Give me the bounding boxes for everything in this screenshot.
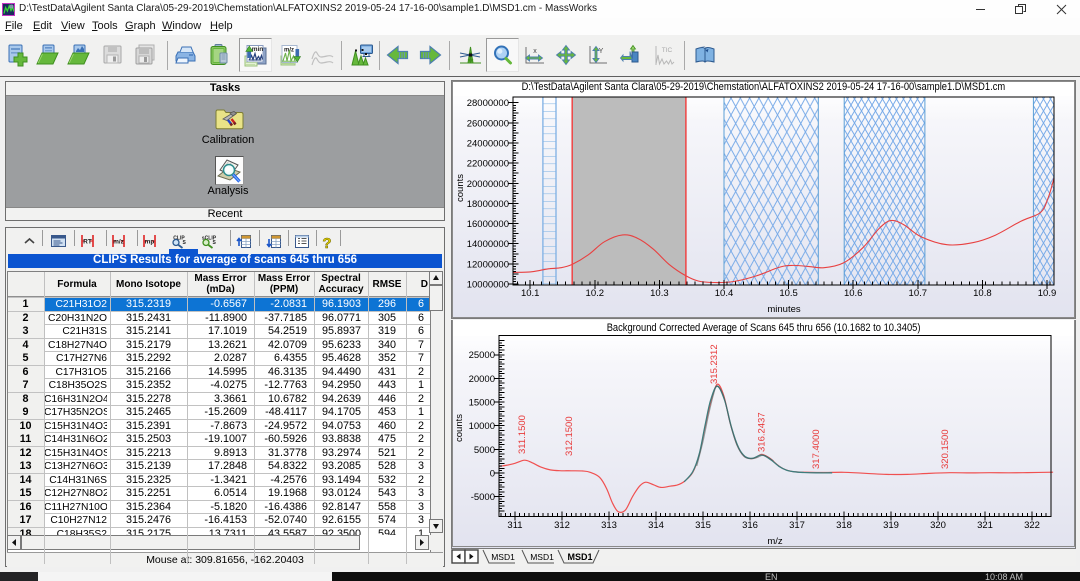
svg-text:320: 320 <box>930 520 946 531</box>
svg-text:311: 311 <box>507 520 522 531</box>
svg-text:28000000: 28000000 <box>467 98 509 109</box>
svg-text:m/z: m/z <box>767 536 783 547</box>
svg-text:10.1: 10.1 <box>521 288 540 299</box>
svg-text:26000000: 26000000 <box>467 118 509 129</box>
svg-text:MSD1: MSD1 <box>530 552 554 562</box>
svg-text:10.7: 10.7 <box>909 288 928 299</box>
svg-text:15000: 15000 <box>469 398 495 409</box>
svg-text:322: 322 <box>1024 520 1040 531</box>
svg-text:S: S <box>183 240 187 246</box>
svg-text:315.2312: 315.2312 <box>709 344 720 384</box>
svg-text:14000000: 14000000 <box>467 239 509 250</box>
svg-text:counts: counts <box>454 414 465 442</box>
svg-text:314: 314 <box>648 520 664 531</box>
svg-text:MSD1: MSD1 <box>491 552 515 562</box>
svg-text:318: 318 <box>836 520 852 531</box>
svg-text:18000000: 18000000 <box>467 199 509 210</box>
svg-text:20000: 20000 <box>469 374 495 385</box>
svg-text:20000000: 20000000 <box>467 179 509 190</box>
svg-text:TIC: TIC <box>662 47 673 54</box>
svg-text:312: 312 <box>554 520 570 531</box>
svg-text:319: 319 <box>883 520 899 531</box>
svg-text:MSD1: MSD1 <box>567 552 592 562</box>
svg-text:10.6: 10.6 <box>844 288 863 299</box>
svg-text:313: 313 <box>601 520 617 531</box>
svg-text:10.5: 10.5 <box>779 288 798 299</box>
svg-text:10000000: 10000000 <box>467 280 509 291</box>
svg-text:10000: 10000 <box>469 421 495 432</box>
svg-text:316.2437: 316.2437 <box>757 412 768 452</box>
svg-text:5000: 5000 <box>474 445 495 456</box>
svg-text:16000000: 16000000 <box>467 219 509 230</box>
svg-text:10.2: 10.2 <box>586 288 605 299</box>
svg-text:317.4000: 317.4000 <box>811 429 822 469</box>
svg-text:?: ? <box>322 235 331 252</box>
svg-text:10.9: 10.9 <box>1038 288 1057 299</box>
svg-text:counts: counts <box>455 174 466 202</box>
svg-text:320.1500: 320.1500 <box>940 429 951 469</box>
svg-text:minutes: minutes <box>767 304 801 315</box>
svg-text:24000000: 24000000 <box>467 139 509 150</box>
svg-text:-5000: -5000 <box>471 492 495 503</box>
svg-text:321: 321 <box>977 520 993 531</box>
svg-text:RT: RT <box>83 239 92 246</box>
svg-text:mp: mp <box>145 239 155 246</box>
svg-text:315: 315 <box>695 520 711 531</box>
svg-text:min: min <box>252 46 264 53</box>
svg-text:312.1500: 312.1500 <box>564 416 575 456</box>
svg-text:10.8: 10.8 <box>973 288 992 299</box>
svg-text:25000: 25000 <box>469 350 495 361</box>
svg-text:12000000: 12000000 <box>467 259 509 270</box>
svg-text:10.4: 10.4 <box>715 288 734 299</box>
svg-text:22000000: 22000000 <box>467 159 509 170</box>
svg-text:m/z: m/z <box>113 239 125 246</box>
svg-text:311.1500: 311.1500 <box>517 415 528 454</box>
svg-text:0: 0 <box>490 469 495 480</box>
svg-text:316: 316 <box>742 520 758 531</box>
svg-text:x: x <box>533 48 537 55</box>
svg-text:10.3: 10.3 <box>650 288 669 299</box>
svg-text:Y: Y <box>599 48 604 55</box>
svg-text:317: 317 <box>789 520 805 531</box>
